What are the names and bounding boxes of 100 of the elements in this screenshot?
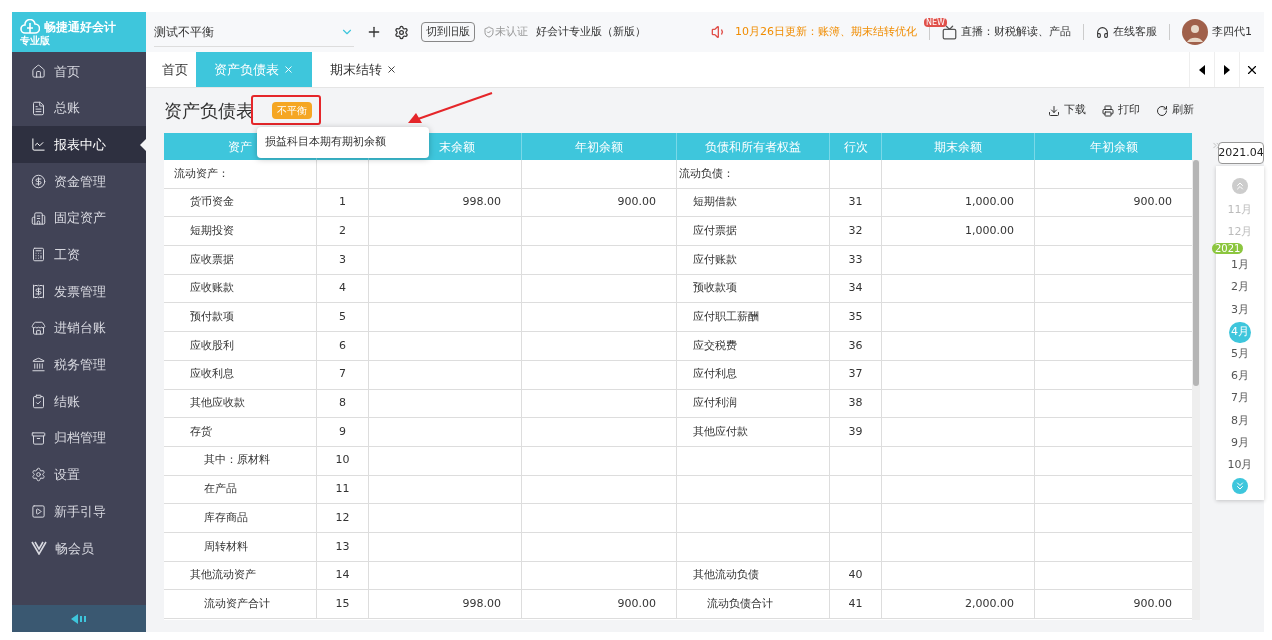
table-cell: 1 — [339, 194, 346, 211]
highlight-frame — [251, 95, 321, 125]
table-cell: 10 — [335, 452, 350, 469]
sidebar-item[interactable]: 新手引导 — [12, 493, 146, 530]
sidebar-item[interactable]: 设置 — [12, 456, 146, 494]
column-header: 资产 — [228, 138, 252, 156]
sidebar-item[interactable]: 资金管理 — [12, 163, 146, 200]
table-cell-text: 流动资产： — [174, 165, 229, 182]
table-cell: 1,000.00 — [965, 194, 1014, 211]
period-field[interactable]: 2021.04 — [1218, 142, 1264, 164]
toolbar-button[interactable]: 刷新 — [1156, 102, 1194, 119]
tv-icon — [942, 24, 957, 40]
sidebar-item[interactable]: 税务管理 — [12, 346, 146, 384]
table-cell: 其他流动负债 — [693, 567, 759, 584]
table-cell-text: 应收票据 — [190, 251, 234, 268]
tab[interactable]: 期末结转 — [312, 52, 415, 87]
table-cell: 应付职工薪酬 — [693, 309, 759, 326]
calculator-icon — [31, 247, 46, 263]
month-item[interactable]: 10月 — [1227, 454, 1253, 476]
month-item[interactable]: 2月 — [1231, 277, 1249, 299]
sidebar-item[interactable]: 报表中心 — [12, 126, 146, 164]
receipt-icon — [31, 283, 46, 299]
table-cell-text: 1,000.00 — [965, 222, 1014, 239]
month-item[interactable]: 6月 — [1231, 365, 1249, 387]
money-icon — [31, 173, 46, 189]
scroll-up-icon[interactable] — [1232, 178, 1248, 194]
table-cell: 900.00 — [617, 194, 656, 211]
settings-icon[interactable] — [394, 24, 409, 40]
selection-notch — [140, 139, 146, 152]
scrollbar-thumb[interactable] — [1193, 160, 1199, 386]
v-icon — [31, 541, 47, 556]
column-header: 负债和所有者权益 — [705, 138, 801, 156]
column-header: 年初余额 — [575, 138, 623, 156]
table-cell-text: 短期投资 — [190, 222, 234, 239]
table-cell-text: 900.00 — [617, 595, 656, 612]
clipboard-icon — [31, 394, 46, 410]
table-cell: 应付利润 — [693, 395, 737, 412]
collapse-icon — [71, 613, 87, 624]
sidebar-item[interactable]: 首页 — [12, 53, 146, 90]
sidebar-item[interactable]: 进销台账 — [12, 309, 146, 347]
toolbar-button[interactable]: 打印 — [1102, 102, 1140, 119]
table-cell: 4 — [339, 280, 346, 297]
cloud-logo-icon — [20, 19, 40, 35]
table-cell: 应付利息 — [693, 366, 737, 383]
table-cell: 900.00 — [1133, 194, 1172, 211]
table-cell-text: 9 — [339, 423, 346, 440]
toolbar-button[interactable]: 下载 — [1048, 102, 1086, 119]
sidebar-item[interactable]: 总账 — [12, 89, 146, 127]
avatar[interactable] — [1182, 19, 1208, 45]
table-cell-text: 12 — [335, 509, 350, 526]
table-cell-text: 存货 — [190, 423, 212, 440]
table-cell-text: 32 — [848, 222, 863, 239]
table-cell-text: 流动资产合计 — [204, 595, 270, 612]
tab[interactable]: 首页 — [154, 52, 196, 87]
building-icon — [31, 210, 46, 226]
month-item[interactable]: 7月 — [1231, 388, 1249, 410]
account-select[interactable]: 测试不平衡 — [154, 17, 354, 47]
live-link[interactable]: 直播：财税解读、产品 — [961, 23, 1071, 41]
new-badge: NEW — [924, 17, 947, 27]
sidebar-item[interactable]: 归档管理 — [12, 419, 146, 457]
month-item[interactable]: 9月 — [1231, 432, 1249, 454]
table-cell-text: 应收股利 — [190, 337, 234, 354]
settings-icon — [31, 467, 46, 483]
sidebar-item[interactable]: 畅会员 — [12, 529, 146, 567]
table-cell: 8 — [339, 395, 346, 412]
refresh-icon — [1156, 104, 1168, 117]
shield-icon — [483, 26, 495, 38]
sidebar-item[interactable]: 发票管理 — [12, 273, 146, 310]
sidebar-item[interactable]: 固定资产 — [12, 199, 146, 237]
add-icon[interactable] — [366, 24, 382, 40]
month-item[interactable]: 3月 — [1231, 299, 1249, 321]
table-cell: 应收利息 — [190, 366, 234, 383]
service-link[interactable]: 在线客服 — [1113, 23, 1157, 41]
table-cell: 短期借款 — [693, 194, 737, 211]
triangle-left-icon — [1199, 64, 1205, 75]
sidebar-item[interactable]: 结账 — [12, 383, 146, 420]
column-header: 年初余额 — [1089, 138, 1138, 156]
table-cell-text: 6 — [339, 337, 346, 354]
column-header: 末余额 — [439, 138, 475, 156]
table-cell-text: 2 — [339, 222, 346, 239]
table-cell: 998.00 — [462, 194, 501, 211]
table-cell-text: 36 — [848, 337, 863, 354]
table-cell: 35 — [848, 309, 863, 326]
table-cell-text: 应交税费 — [693, 337, 737, 354]
table-cell-text: 900.00 — [1133, 595, 1172, 612]
table-cell: 11 — [335, 481, 350, 498]
chart-icon — [31, 137, 46, 153]
old-version-button[interactable]: 切到旧版 — [421, 22, 475, 42]
month-item[interactable]: 1月 — [1231, 254, 1249, 276]
table-cell-text: 39 — [848, 423, 863, 440]
sidebar-item[interactable]: 工资 — [12, 236, 146, 274]
product-name: 好会计专业版（新版） — [536, 23, 646, 40]
month-item[interactable]: 8月 — [1231, 410, 1249, 432]
close-icon[interactable] — [386, 64, 397, 75]
table-cell: 7 — [339, 366, 346, 383]
table-cell-text: 33 — [848, 251, 863, 268]
home-icon — [31, 63, 46, 79]
scroll-down-icon[interactable] — [1232, 478, 1248, 495]
table-cell: 货币资金 — [190, 194, 234, 211]
month-item[interactable]: 5月 — [1231, 343, 1249, 365]
